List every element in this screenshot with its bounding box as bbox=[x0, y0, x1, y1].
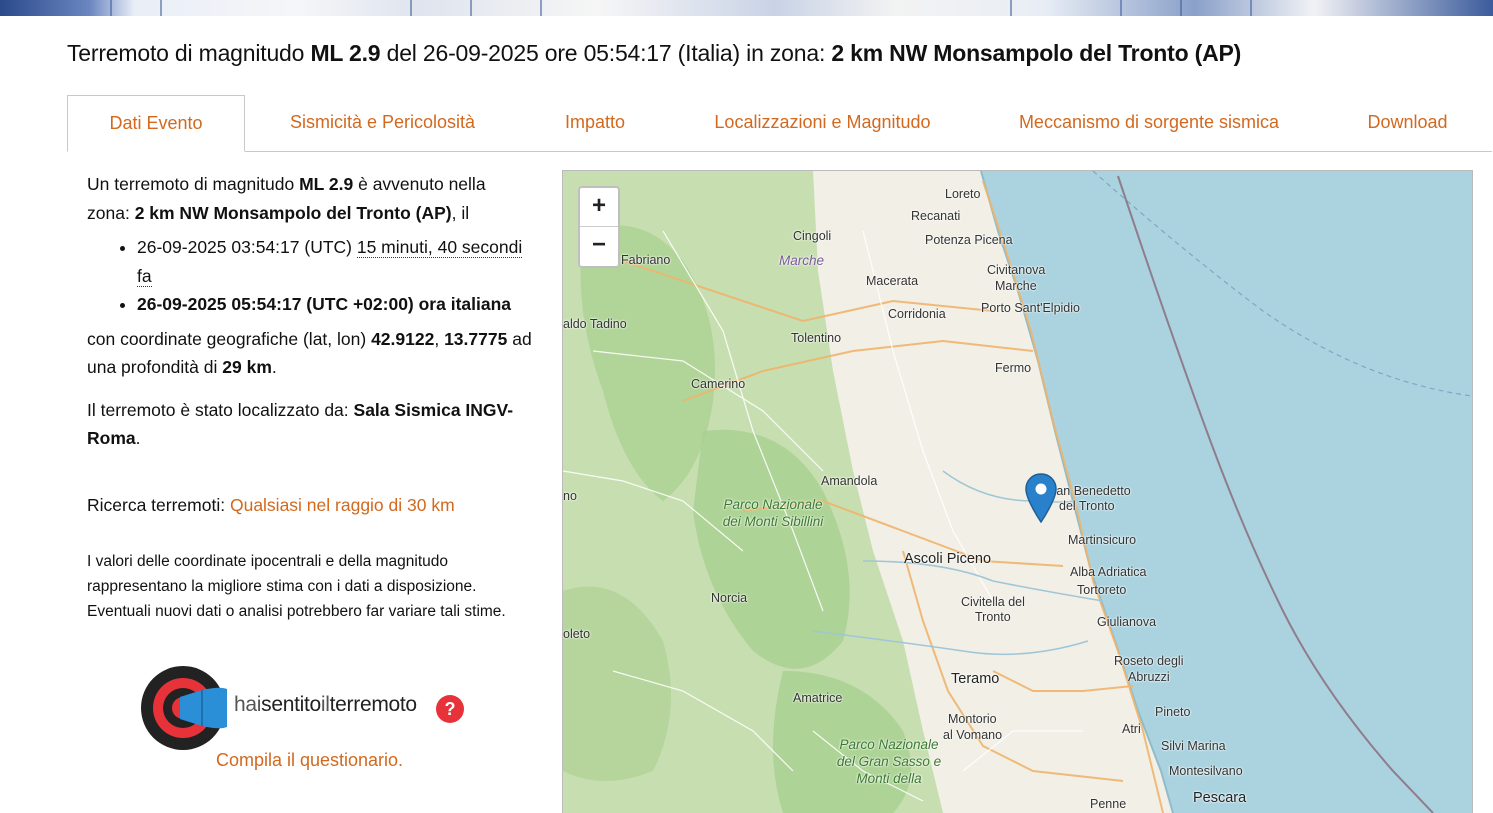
tab-dati-evento[interactable]: Dati Evento bbox=[67, 95, 245, 152]
event-intro: Un terremoto di magnitudo ML 2.9 è avven… bbox=[87, 174, 486, 223]
map-label: Montorio bbox=[948, 712, 997, 726]
utc-time-item: 26-09-2025 03:54:17 (UTC) 15 minuti, 40 … bbox=[137, 233, 532, 290]
title-magnitude: ML 2.9 bbox=[310, 40, 381, 66]
map-label: Silvi Marina bbox=[1161, 739, 1226, 753]
questionnaire-link[interactable]: Compila il questionario. bbox=[87, 750, 532, 771]
map-label: Montesilvano bbox=[1169, 764, 1243, 778]
map-region-label: Marche bbox=[779, 253, 825, 268]
map-label: Civitanova bbox=[987, 263, 1046, 277]
event-times: 26-09-2025 03:54:17 (UTC) 15 minuti, 40 … bbox=[87, 233, 532, 319]
map-label: Potenza Picena bbox=[925, 233, 1013, 247]
map-label: Penne bbox=[1090, 797, 1127, 811]
map-label: Abruzzi bbox=[1128, 670, 1170, 684]
map-label: San Benedetto bbox=[1048, 484, 1131, 498]
map-label: Tortoreto bbox=[1077, 583, 1127, 597]
tab-localizzazioni-magnitudo[interactable]: Localizzazioni e Magnitudo bbox=[670, 95, 975, 150]
park-label-gran-sasso: Parco Nazionale del Gran Sasso e Monti d… bbox=[836, 737, 942, 786]
map-label: Porto Sant'Elpidio bbox=[981, 301, 1080, 315]
map-label: Marche bbox=[995, 279, 1037, 293]
map-label: Civitella del bbox=[961, 595, 1025, 609]
header-banner bbox=[0, 0, 1493, 16]
event-details: Un terremoto di magnitudo ML 2.9 è avven… bbox=[87, 170, 532, 624]
map-label: Amatrice bbox=[793, 691, 843, 705]
map-label: Ascoli Piceno bbox=[904, 551, 992, 567]
map-label: Giulianova bbox=[1097, 615, 1157, 629]
disclaimer-note: I valori delle coordinate ipocentrali e … bbox=[87, 553, 506, 620]
map-label: Cingoli bbox=[793, 229, 832, 243]
map-label: al Vomano bbox=[943, 728, 1003, 742]
map-label: Norcia bbox=[711, 591, 748, 605]
map-label: Tolentino bbox=[791, 331, 842, 345]
hai-sentito-il-terremoto-logo[interactable]: haisentitoilterremoto ? bbox=[140, 665, 470, 751]
zoom-out-button[interactable]: − bbox=[580, 227, 618, 265]
park-label-sibillini: Parco Nazionale dei Monti Sibillini bbox=[722, 497, 824, 529]
map-label: Corridonia bbox=[888, 307, 946, 321]
event-located-by: Il terremoto è stato localizzato da: Sal… bbox=[87, 399, 514, 449]
epicenter-marker-icon[interactable] bbox=[1025, 473, 1057, 523]
map-label: Pescara bbox=[1193, 790, 1247, 806]
map-label: Roseto degli bbox=[1114, 654, 1184, 668]
search-radius-link[interactable]: Qualsiasi nel raggio di 30 km bbox=[230, 495, 455, 515]
event-map[interactable]: + − Loreto Recanati Cingoli Potenza Pice… bbox=[562, 170, 1473, 813]
tab-meccanismo-sorgente[interactable]: Meccanismo di sorgente sismica bbox=[975, 95, 1323, 150]
map-label: Pineto bbox=[1155, 705, 1191, 719]
zoom-in-button[interactable]: + bbox=[580, 188, 618, 227]
map-label: Loreto bbox=[945, 187, 981, 201]
map-label: Camerino bbox=[691, 377, 746, 391]
map-label: Fermo bbox=[995, 361, 1032, 375]
search-row: Ricerca terremoti: Qualsiasi nel raggio … bbox=[87, 494, 455, 515]
page-title: Terremoto di magnitudo ML 2.9 del 26-09-… bbox=[67, 40, 1242, 66]
map-label: Martinsicuro bbox=[1068, 533, 1137, 547]
map-label: aldo Tadino bbox=[563, 317, 627, 331]
map-label: Alba Adriatica bbox=[1070, 565, 1147, 579]
map-label: Recanati bbox=[911, 209, 961, 223]
question-icon: ? bbox=[436, 695, 464, 723]
map-label: Tronto bbox=[975, 610, 1011, 624]
map-zoom-control: + − bbox=[578, 186, 620, 268]
tab-download[interactable]: Download bbox=[1323, 95, 1492, 150]
title-zone: 2 km NW Monsampolo del Tronto (AP) bbox=[831, 40, 1242, 66]
tab-bar: Dati Evento Sismicità e Pericolosità Imp… bbox=[67, 95, 1492, 152]
tab-sismicita-pericolosita[interactable]: Sismicità e Pericolosità bbox=[245, 95, 520, 150]
tab-impatto[interactable]: Impatto bbox=[520, 95, 670, 150]
map-label: Teramo bbox=[951, 671, 1000, 687]
map-label: Macerata bbox=[866, 274, 919, 288]
map-label: Fabriano bbox=[621, 253, 671, 267]
local-time-item: 26-09-2025 05:54:17 (UTC +02:00) ora ita… bbox=[137, 290, 532, 319]
map-label: del Tronto bbox=[1059, 499, 1115, 513]
map-label: no bbox=[563, 489, 577, 503]
map-label: Atri bbox=[1122, 722, 1141, 736]
map-label: oleto bbox=[563, 627, 591, 641]
event-coordinates: con coordinate geografiche (lat, lon) 42… bbox=[87, 328, 532, 378]
map-label: Amandola bbox=[821, 474, 878, 488]
